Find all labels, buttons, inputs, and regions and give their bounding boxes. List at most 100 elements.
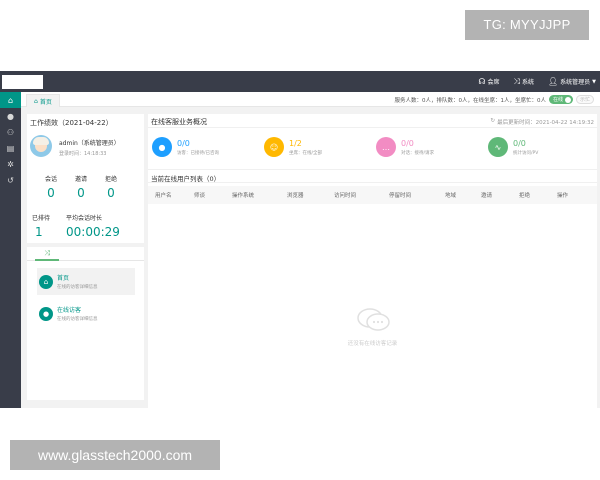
home-icon: ⌂ <box>34 97 38 105</box>
empty-state-text: 还没有在线访客记录 <box>347 341 398 347</box>
watermark-bottom: www.glasstech2000.com <box>10 440 220 470</box>
guide-item-desc: 在线的访客详细信息 <box>57 285 98 290</box>
stat-value: 0 <box>47 186 55 200</box>
left-column: 工作绩效（2021-04-22） admin（系统管理员） 登录时间：14:18… <box>27 114 144 400</box>
metric-value: 1/2 <box>289 138 302 148</box>
sidebar-item-settings[interactable]: ✲ <box>0 156 21 172</box>
metrics-row: ● 0/0 访客：已接待/已咨询 ☺ 1/2 坐席：在线/全部 … 0/0 对话… <box>148 132 597 162</box>
session-stats: 会话 0 邀请 0 拒绝 0 <box>27 174 144 200</box>
stat-value: 0 <box>107 186 115 200</box>
tab-home[interactable]: ⌂ 首页 <box>26 94 60 107</box>
stat-value: 0 <box>77 186 85 200</box>
guide-item-title: 首页 <box>57 275 70 282</box>
column-header: 停留时间 <box>389 193 412 199</box>
shuffle-icon: ⤨ <box>513 76 520 86</box>
user-name: admin（系统管理员） <box>59 140 120 147</box>
metric-label: 对话：接待/请求 <box>401 150 435 156</box>
user-icon: ● <box>39 306 53 321</box>
gear-icon: ✲ <box>7 159 14 169</box>
avatar <box>30 135 52 157</box>
update-time[interactable]: ↻ 最后更新时间：2021-04-22 14:19:32 <box>490 118 594 126</box>
status-text: 服务人数：0人，排队数：0人，在线坐席：1人，坐席忙：0人 <box>394 97 546 104</box>
column-header: 地域 <box>445 193 457 199</box>
metric-label: 统计访问/PV <box>513 150 539 156</box>
guide-item-home[interactable]: ⌂ 首页 在线的访客详细信息 <box>37 268 135 295</box>
agent-icon: ☺ <box>264 137 284 157</box>
chat-icon: … <box>376 137 396 157</box>
metric-visitors: ● 0/0 访客：已接待/已咨询 <box>148 132 260 162</box>
guide-item-visitors[interactable]: ● 在线访客 在线的访客详细信息 <box>37 300 135 327</box>
online-toggle-label: 在线 <box>552 97 563 103</box>
busy-toggle[interactable]: 示忙 <box>575 95 594 104</box>
user-icon: ● <box>7 111 14 121</box>
user-icon: 👤︎ <box>547 76 559 86</box>
logo <box>2 75 43 89</box>
table-header: 用户名 师谈 操作系统 浏览器 访问时间 停留时间 地域 邀请 拒绝 操作 <box>148 186 597 204</box>
sidebar-item-history[interactable]: ↺ <box>0 172 21 188</box>
metric-agents: ☺ 1/2 坐席：在线/全部 <box>260 132 372 162</box>
headset-icon: ☊ <box>478 76 486 86</box>
column-header: 拒绝 <box>519 193 531 199</box>
nav-system-label: 系统 <box>521 79 534 86</box>
sidebar-item-users[interactable]: ⚇ <box>0 124 21 140</box>
stat-invites: 邀请 0 <box>66 174 96 200</box>
sidebar: ⌂ ● ⚇ ▤ ✲ ↺ <box>0 92 21 408</box>
stat-label: 平均会话时长 <box>66 215 103 222</box>
stat-label: 邀请 <box>74 176 87 183</box>
guide-card: ⤨ ⌂ 首页 在线的访客详细信息 ● 在线访客 在线的访客详细信息 <box>27 247 144 400</box>
busy-toggle-label: 示忙 <box>579 97 590 103</box>
tab-bar: ⌂ 首页 服务人数：0人，排队数：0人，在线坐席：1人，坐席忙：0人 在线 示忙 <box>21 92 600 107</box>
sidebar-item-user[interactable]: ● <box>0 108 21 124</box>
home-icon: ⌂ <box>7 95 14 105</box>
nav-sessions[interactable]: ☊ 会席 <box>478 77 499 86</box>
stat-label: 拒绝 <box>104 176 117 183</box>
caret-down-icon: ▼ <box>592 78 596 85</box>
stat-queued: 已排待 1 <box>32 213 56 239</box>
shuffle-icon[interactable]: ⤨ <box>35 247 59 261</box>
stat-rejected: 拒绝 0 <box>96 174 126 200</box>
overview-header: 在线客服业务概况 ↻ 最后更新时间：2021-04-22 14:19:32 <box>148 114 597 128</box>
tab-home-label: 首页 <box>39 98 52 106</box>
metric-label: 坐席：在线/全部 <box>289 150 323 156</box>
refresh-icon: ↻ <box>490 118 496 124</box>
home-icon: ⌂ <box>39 274 53 289</box>
column-header: 邀请 <box>481 193 493 199</box>
app-window: ☊ 会席 ⤨ 系统 👤︎ 系统管理员 ▼ ⌂ ● ⚇ ▤ ✲ ↺ ⌂ 首页 服务 <box>0 71 600 408</box>
metric-value: 0/0 <box>401 138 414 148</box>
empty-chat-icon <box>357 308 390 331</box>
sidebar-item-home[interactable]: ⌂ <box>0 92 21 108</box>
metric-value: 0/0 <box>513 138 526 148</box>
column-header: 访问时间 <box>334 193 357 199</box>
nav-admin-menu[interactable]: 👤︎ 系统管理员 ▼ <box>548 77 596 86</box>
toggle-knob <box>564 96 571 103</box>
guide-item-title: 在线访客 <box>57 307 82 314</box>
service-status: 服务人数：0人，排队数：0人，在线坐席：1人，坐席忙：0人 在线 示忙 <box>394 94 594 105</box>
history-icon: ↺ <box>7 175 14 185</box>
stat-label: 已排待 <box>32 215 51 222</box>
overview-panel: 在线客服业务概况 ↻ 最后更新时间：2021-04-22 14:19:32 ● … <box>148 114 597 408</box>
column-header: 师谈 <box>194 193 206 199</box>
stat-value: 00:00:29 <box>66 225 120 239</box>
watermark-top: TG: MYYJJPP <box>465 10 589 40</box>
performance-card: 工作绩效（2021-04-22） admin（系统管理员） 登录时间：14:18… <box>27 114 144 243</box>
metric-pv: ∿ 0/0 统计访问/PV <box>484 132 596 162</box>
online-toggle[interactable]: 在线 <box>548 95 573 104</box>
performance-title: 工作绩效（2021-04-22） <box>30 119 113 127</box>
user-icon: ● <box>152 137 172 157</box>
column-header: 浏览器 <box>287 193 304 199</box>
stat-label: 会话 <box>44 176 57 183</box>
column-header: 用户名 <box>155 193 172 199</box>
overview-title: 在线客服业务概况 <box>151 118 207 126</box>
update-time-text: 最后更新时间：2021-04-22 14:19:32 <box>497 120 594 126</box>
nav-system[interactable]: ⤨ 系统 <box>514 77 534 86</box>
stat-avg-duration: 平均会话时长 00:00:29 <box>66 213 120 239</box>
top-bar: ☊ 会席 ⤨ 系统 👤︎ 系统管理员 ▼ <box>0 71 600 92</box>
users-icon: ⚇ <box>6 127 15 137</box>
online-users-header: 当前在线用户列表（0） <box>148 169 597 183</box>
column-header: 操作系统 <box>232 193 255 199</box>
pulse-icon: ∿ <box>488 137 508 157</box>
login-time: 登录时间：14:18:33 <box>59 151 107 157</box>
guide-item-desc: 在线的访客详细信息 <box>57 317 98 322</box>
sidebar-item-stats[interactable]: ▤ <box>0 140 21 156</box>
online-users-title: 当前在线用户列表（0） <box>151 175 221 183</box>
